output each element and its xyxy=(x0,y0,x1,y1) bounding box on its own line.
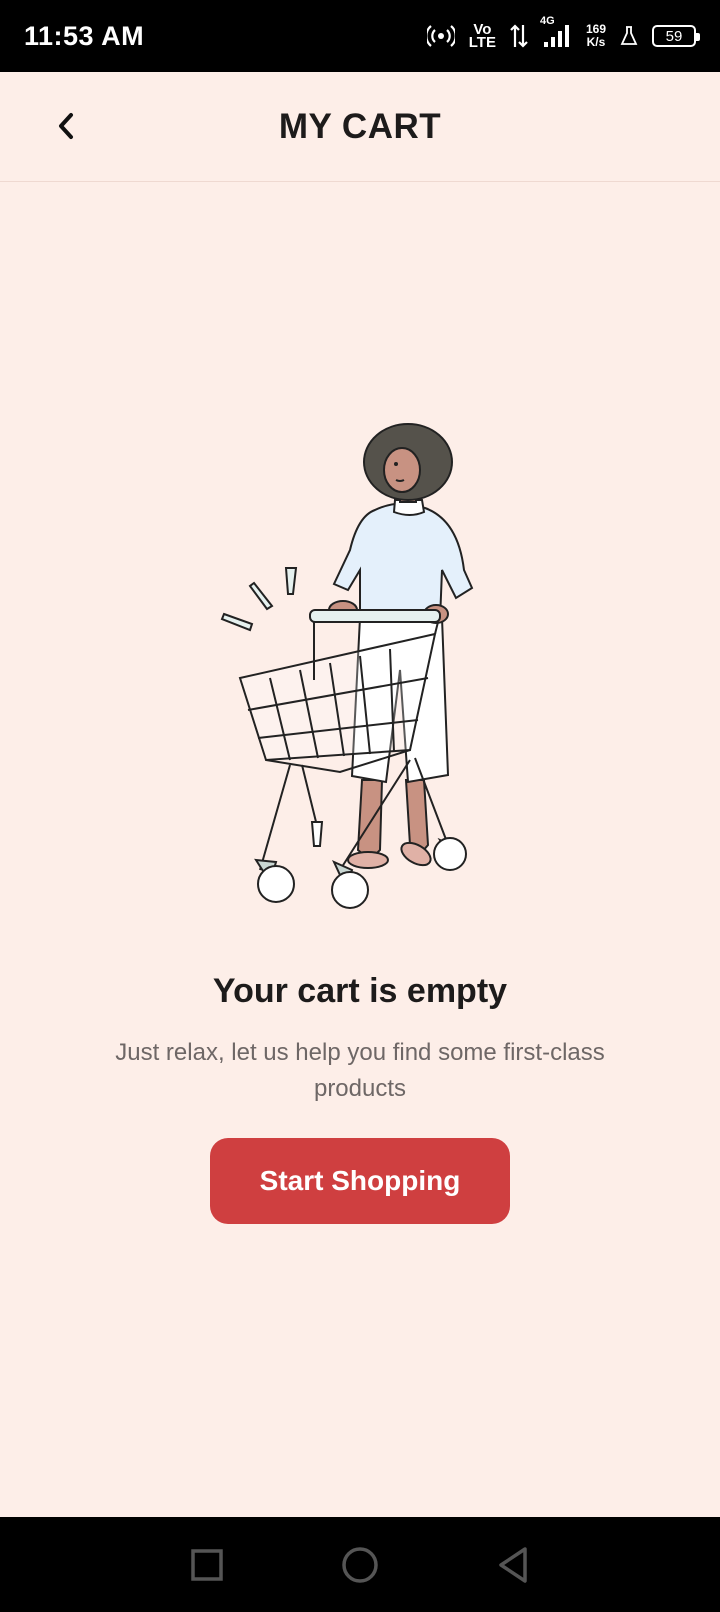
back-button[interactable] xyxy=(36,96,96,156)
empty-cart-subtitle: Just relax, let us help you find some fi… xyxy=(115,1039,605,1102)
status-icons: Vo LTE 4G 169 K/s 59 xyxy=(426,15,700,51)
recents-button[interactable] xyxy=(177,1535,237,1595)
network-speed: 169 K/s xyxy=(585,22,606,49)
motion-marks xyxy=(220,567,298,632)
empty-cart-title: Your cart is empty xyxy=(212,972,508,1010)
flask-icon xyxy=(620,25,638,47)
volte-indicator: Vo LTE xyxy=(468,21,496,51)
page-title: MY CART xyxy=(278,106,442,146)
status-bar: 11:53 AM Vo LTE 4G 169 K/s 59 xyxy=(0,0,720,72)
status-time: 11:53 AM xyxy=(24,20,145,51)
system-nav-bar xyxy=(0,1517,720,1612)
circle-icon xyxy=(342,1546,378,1583)
chevron-left-icon xyxy=(59,113,73,139)
hotspot-icon xyxy=(426,24,455,48)
app-header: MY CART xyxy=(0,72,720,182)
battery-icon: 59 xyxy=(652,25,700,47)
system-back-button[interactable] xyxy=(483,1535,543,1595)
square-icon xyxy=(190,1548,223,1581)
start-shopping-button[interactable]: Start Shopping xyxy=(210,1138,510,1224)
signal-icon: 4G xyxy=(540,15,572,49)
home-button[interactable] xyxy=(330,1535,390,1595)
head xyxy=(363,423,453,501)
data-arrows-icon xyxy=(510,23,528,49)
empty-cart-illustration xyxy=(220,423,474,909)
triangle-back-icon xyxy=(499,1546,528,1583)
legs xyxy=(347,779,432,869)
